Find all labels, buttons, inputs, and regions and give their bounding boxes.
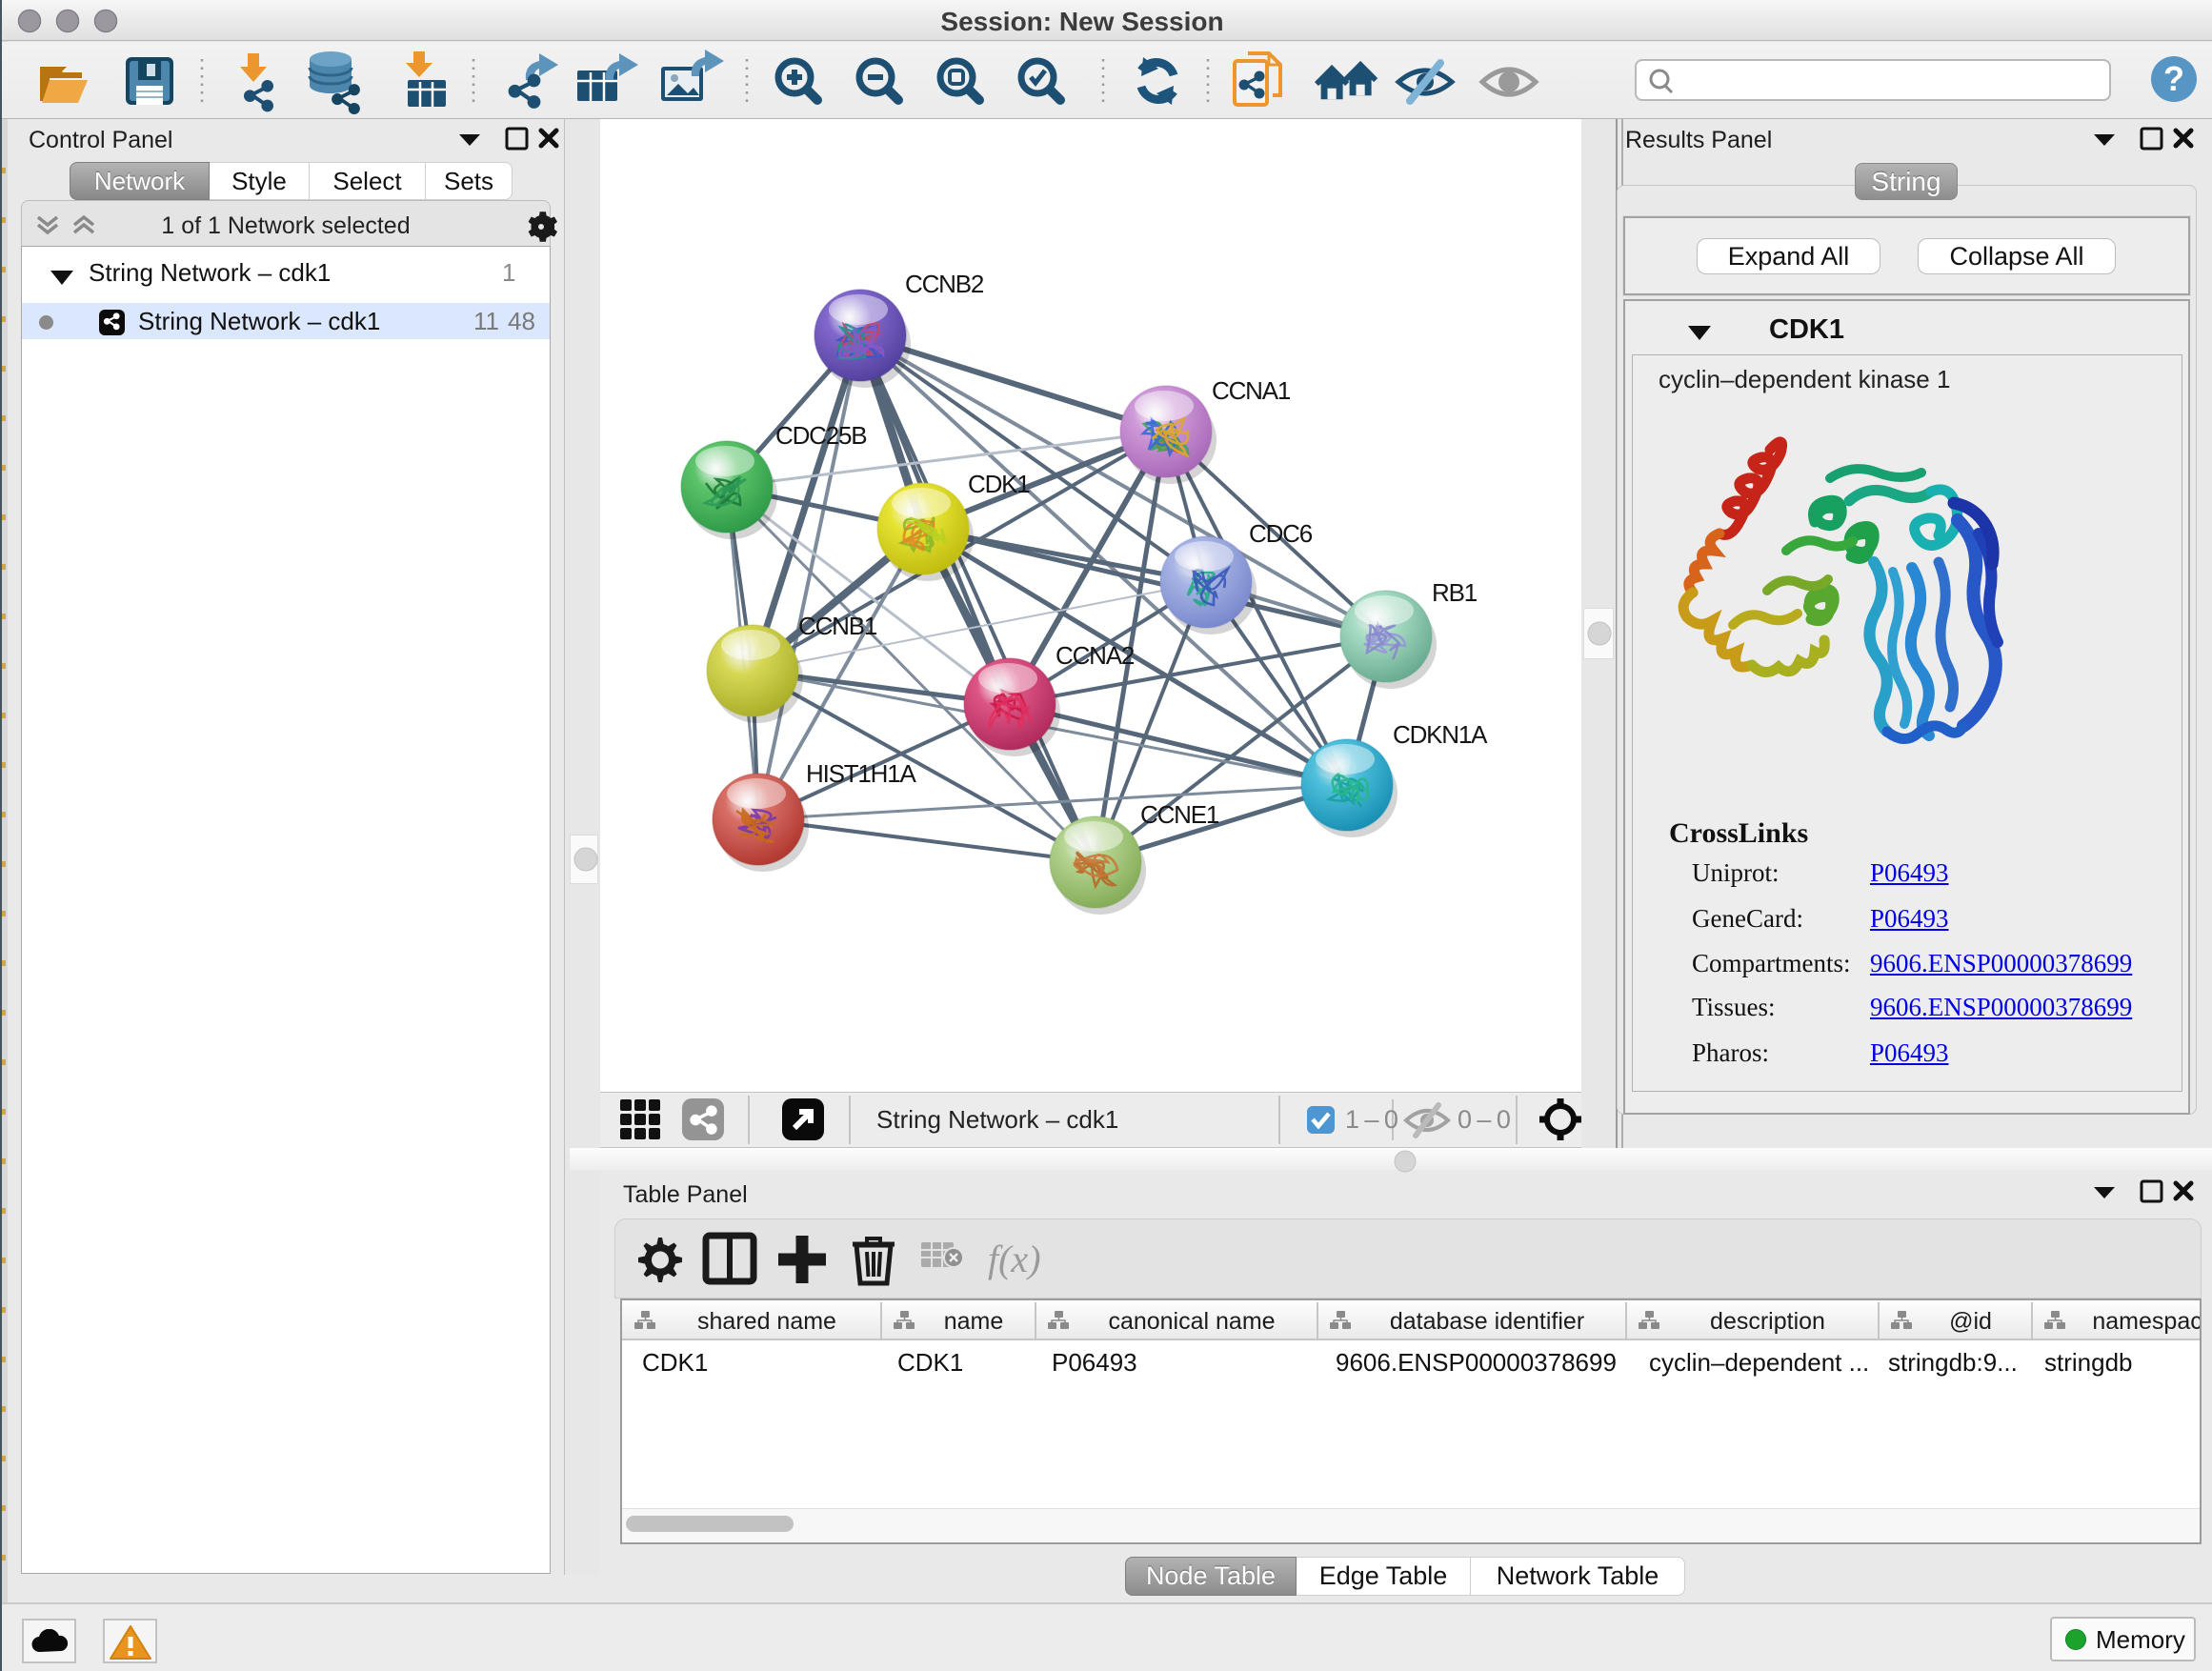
- svg-text:database identifier: database identifier: [1390, 1308, 1584, 1335]
- svg-text:@id: @id: [1949, 1308, 1992, 1335]
- svg-text:namespace: namespace: [2092, 1308, 2200, 1335]
- svg-text:CDK1: CDK1: [642, 1348, 708, 1377]
- svg-text:canonical name: canonical name: [1108, 1308, 1275, 1335]
- svg-text:9606.ENSP00000378699: 9606.ENSP00000378699: [1336, 1348, 1617, 1377]
- svg-text:f(x): f(x): [988, 1238, 1041, 1280]
- svg-text:CCNA1: CCNA1: [1212, 376, 1291, 405]
- svg-text:CCNA2: CCNA2: [1056, 641, 1135, 670]
- svg-text:CDC6: CDC6: [1249, 519, 1313, 548]
- svg-text:1 – 0: 1 – 0: [1345, 1105, 1398, 1134]
- svg-text:0 – 0: 0 – 0: [1458, 1105, 1511, 1134]
- svg-text:CDK1: CDK1: [968, 470, 1030, 498]
- svg-text:cyclin–dependent ...: cyclin–dependent ...: [1649, 1348, 1869, 1377]
- svg-text:CCNE1: CCNE1: [1140, 800, 1219, 829]
- svg-text:String Network – cdk1: String Network – cdk1: [876, 1105, 1118, 1134]
- svg-text:?: ?: [2163, 59, 2184, 98]
- svg-text:RB1: RB1: [1432, 578, 1478, 607]
- svg-text:description: description: [1710, 1308, 1825, 1335]
- svg-text:stringdb:9...: stringdb:9...: [1888, 1348, 2018, 1377]
- svg-text:P06493: P06493: [1052, 1348, 1137, 1377]
- svg-text:CDC25B: CDC25B: [775, 421, 866, 450]
- svg-text:CCNB2: CCNB2: [905, 270, 984, 298]
- svg-text:shared name: shared name: [697, 1308, 836, 1335]
- svg-text:CCNB1: CCNB1: [798, 612, 877, 640]
- svg-text:HIST1H1A: HIST1H1A: [806, 759, 917, 788]
- svg-text:stringdb: stringdb: [2044, 1348, 2133, 1377]
- svg-text:name: name: [944, 1308, 1004, 1335]
- svg-text:CDKN1A: CDKN1A: [1393, 720, 1488, 749]
- svg-text:CDK1: CDK1: [897, 1348, 963, 1377]
